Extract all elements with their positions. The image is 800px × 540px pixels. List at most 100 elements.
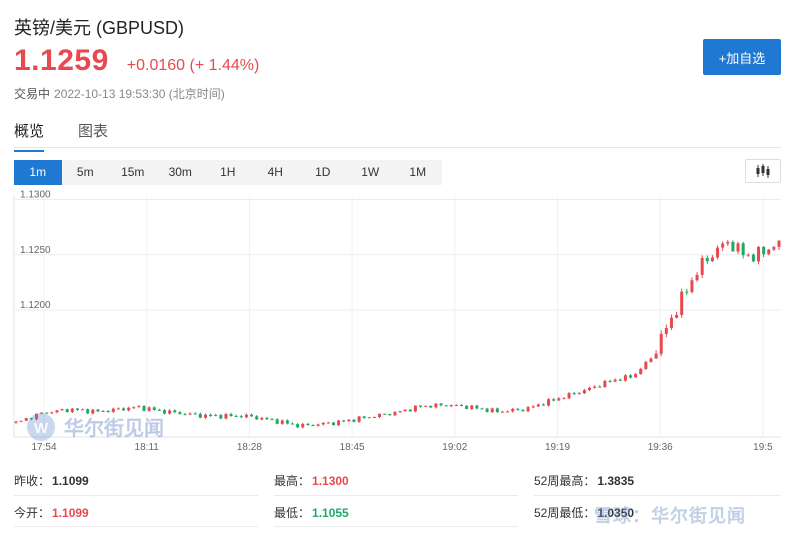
candle-body: [716, 247, 720, 258]
candle-body: [424, 405, 428, 407]
candle-body: [50, 412, 54, 414]
candle-body: [675, 314, 679, 318]
candle-body: [157, 409, 161, 411]
period-1m[interactable]: 1m: [14, 160, 62, 185]
candle-body: [628, 375, 632, 378]
candle-body: [244, 414, 248, 418]
candle-body: [60, 409, 64, 411]
candle-body: [285, 420, 289, 424]
period-4h[interactable]: 4H: [252, 160, 300, 185]
period-5m[interactable]: 5m: [62, 160, 110, 185]
candle-body: [608, 380, 612, 382]
candle-body: [413, 405, 417, 412]
candle-body: [613, 379, 617, 382]
stat-value: 1.1300: [312, 474, 349, 488]
candle-body: [142, 406, 146, 411]
candle-body: [644, 361, 648, 369]
candle-body: [209, 414, 213, 417]
candle-body: [470, 405, 474, 409]
last-price: 1.1259: [14, 44, 109, 77]
stat-label: 今开：: [14, 506, 51, 520]
watermark-xueqiu: 雪球：华尔街见闻: [594, 506, 746, 526]
stat-52w-high: 52周最高： 1.3835: [534, 472, 634, 489]
tabs-divider: [14, 147, 781, 148]
candle-body: [454, 404, 458, 406]
candle-body: [669, 317, 673, 328]
candle-body: [526, 407, 530, 412]
candle-body: [695, 274, 699, 281]
candle-body: [357, 416, 361, 422]
candle-body: [480, 408, 484, 410]
candle-body: [460, 404, 464, 406]
candle-body: [741, 243, 745, 256]
candle-body: [449, 405, 453, 407]
stat-label: 52周最高：: [534, 474, 596, 488]
x-tick-label: 19:5: [753, 442, 773, 453]
period-15m[interactable]: 15m: [109, 160, 157, 185]
candle-body: [403, 409, 407, 412]
candle-body: [388, 414, 392, 416]
candle-body: [731, 241, 735, 252]
price-chart[interactable]: 1.13001.12501.1200 17:54 18:11 18:28 18:45 1…: [0, 190, 800, 458]
x-tick-label: 19:02: [442, 442, 467, 453]
x-tick-label: 18:11: [135, 442, 160, 453]
stat-label: 最低：: [274, 506, 311, 520]
x-tick-label: 18:45: [340, 442, 365, 453]
candle-body: [434, 403, 438, 408]
candle-body: [163, 410, 167, 414]
candle-body: [383, 413, 387, 415]
status-label: 交易中: [14, 87, 51, 101]
candle-body: [659, 333, 663, 354]
candle-body: [86, 409, 90, 414]
y-tick-label: 1.1300: [20, 190, 51, 201]
candle-body: [229, 414, 233, 417]
candle-body: [301, 423, 305, 428]
chart-grid: [13, 196, 781, 438]
candle-body: [91, 409, 95, 414]
watermark-text: 华尔街见闻: [64, 416, 164, 440]
candle-body: [81, 409, 85, 411]
candle-body: [649, 358, 653, 362]
add-watchlist-button[interactable]: +加自选: [703, 39, 781, 75]
period-1d[interactable]: 1D: [299, 160, 347, 185]
candle-body: [45, 412, 49, 414]
candle-body: [116, 408, 120, 410]
candle-body: [762, 246, 766, 255]
candle-body: [746, 254, 750, 256]
candle-body: [485, 408, 489, 413]
candle-body: [710, 257, 714, 262]
period-1w[interactable]: 1W: [347, 160, 395, 185]
period-1mo[interactable]: 1M: [394, 160, 442, 185]
candle-body: [582, 390, 586, 394]
period-1h[interactable]: 1H: [204, 160, 252, 185]
candle-body: [372, 416, 376, 418]
candle-body: [55, 410, 59, 413]
candle-body: [265, 417, 269, 420]
candle-body: [680, 291, 684, 315]
candle-body: [106, 410, 110, 412]
x-tick-label: 19:36: [648, 442, 673, 453]
stat-open: 今开： 1.1099: [14, 504, 89, 521]
candle-body: [531, 406, 535, 408]
candle-body: [193, 413, 197, 415]
candle-body: [362, 416, 366, 418]
candle-body: [168, 410, 172, 414]
candle-body: [588, 387, 592, 391]
candle-body: [685, 291, 689, 293]
candle-body: [291, 423, 295, 425]
candle-body: [178, 412, 182, 415]
candle-body: [721, 243, 725, 248]
candle-body: [552, 399, 556, 401]
candle-body: [280, 420, 284, 424]
candle-body: [495, 408, 499, 413]
candle-body: [331, 422, 335, 426]
candle-body: [623, 375, 627, 381]
candle-body: [239, 416, 243, 418]
candle-body: [260, 417, 264, 420]
candles: [14, 240, 781, 429]
chart-type-button[interactable]: [745, 159, 781, 183]
candle-body: [75, 408, 79, 410]
period-30m[interactable]: 30m: [157, 160, 205, 185]
y-axis-ticks: 1.1300 1.1250 1.1200: [20, 190, 51, 311]
candle-body: [19, 420, 23, 422]
